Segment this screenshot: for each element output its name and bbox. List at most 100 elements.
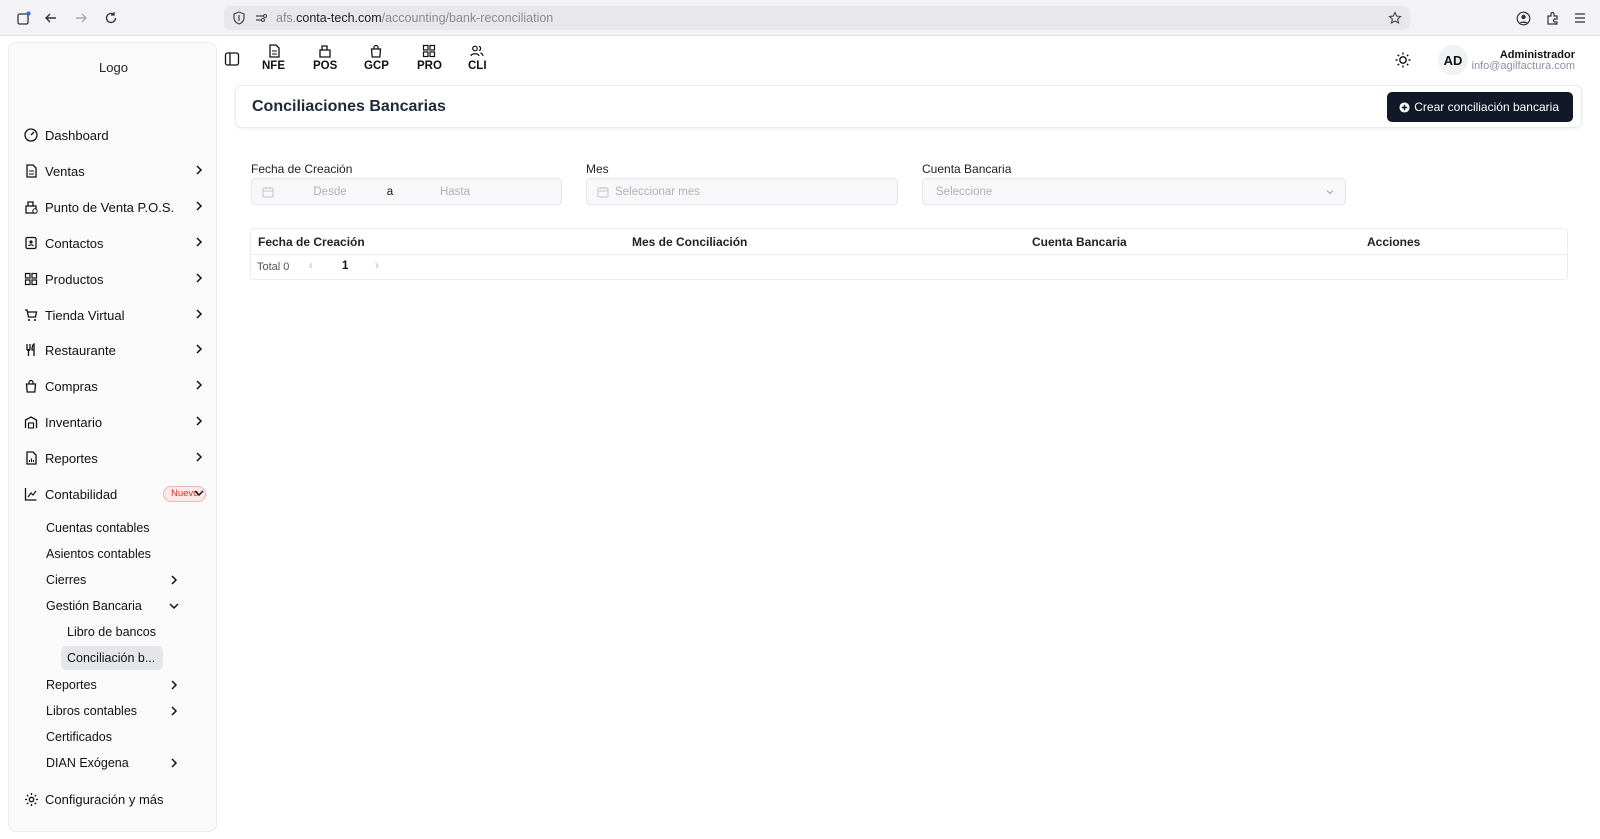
dashboard-icon [23,127,39,143]
month-picker[interactable]: Seleccionar mes [586,178,898,205]
sidebar-item-inventario[interactable]: Inventario [23,408,213,436]
sidebar-item-compras[interactable]: Compras [23,372,213,400]
reload-icon[interactable] [101,8,121,28]
sidebar-item-productos[interactable]: Productos [23,265,213,293]
topnav-pos[interactable]: POS [313,44,337,78]
column-header-mes[interactable]: Mes de Conciliación [632,235,747,249]
topnav-gcp[interactable]: GCP [364,44,389,78]
sidebar: Logo Dashboard Ventas Punto de Venta P.O… [8,42,217,832]
column-header-cuenta[interactable]: Cuenta Bancaria [1032,235,1127,249]
sidebar-subitem-label: Cuentas contables [46,521,150,535]
sidebar-subitem-label: Libros contables [46,704,138,718]
browser-toolbar: afs. conta-tech.com/accounting/bank-recon… [0,0,1600,36]
sidebar-item-contactos[interactable]: Contactos [23,229,213,257]
sidebar-subitem-conciliacion-bancaria[interactable]: Conciliación b... [61,646,163,670]
sidebar-item-restaurante[interactable]: Restaurante [23,336,213,364]
chevron-right-icon [171,706,178,716]
chevron-right-icon [196,344,203,354]
sidebar-item-label: Contactos [45,235,104,251]
sidebar-item-label: Productos [45,271,104,287]
chevron-right-icon [171,758,178,768]
date-from-input[interactable]: Desde [280,186,380,198]
url-path: /accounting/bank-reconciliation [381,11,554,25]
sidebar-subitem-label: Conciliación b... [67,651,156,665]
bookmark-star-icon[interactable] [1388,11,1402,25]
shopping-bag-icon [371,44,382,58]
sidebar-item-ventas[interactable]: Ventas [23,157,213,185]
sidebar-item-reportes[interactable]: Reportes [23,444,213,472]
avatar[interactable]: AD [1438,45,1468,75]
forward-icon[interactable] [71,8,91,28]
sidebar-item-tienda-virtual[interactable]: Tienda Virtual [23,301,213,329]
topnav-nfe[interactable]: NFE [262,44,285,78]
sidebar-subitem-certificados[interactable]: Certificados [46,725,186,749]
sidebar-item-configuracion[interactable]: Configuración y más [23,785,213,813]
date-filter-label: Fecha de Creación [251,162,353,176]
sidebar-item-label: Punto de Venta P.O.S. [45,199,175,215]
topnav-label: POS [313,60,338,72]
sidebar-item-dashboard[interactable]: Dashboard [23,121,213,149]
sidebar-subitem-libro-de-bancos[interactable]: Libro de bancos [61,620,156,644]
sidebar-subitem-dian-exogena[interactable]: DIAN Exógena [46,751,186,775]
sidebar-subitem-label: Libro de bancos [67,625,156,639]
user-email: info@agilfactura.com [1471,60,1576,72]
account-select[interactable]: Seleccione [922,178,1346,205]
site-info-icon[interactable] [254,11,268,25]
date-separator: a [386,185,394,198]
topnav-label: CLI [468,60,487,72]
sidebar-item-label: Reportes [45,450,98,466]
chevron-right-icon [196,380,203,390]
topnav-cli[interactable]: CLI [468,44,487,78]
topnav-label: PRO [417,60,442,72]
pagination-next-icon[interactable]: › [375,260,379,272]
sun-icon[interactable] [1394,51,1412,69]
pagination-prev-icon[interactable]: ‹ [309,260,313,272]
chevron-right-icon [196,165,203,175]
address-bar[interactable]: afs. conta-tech.com/accounting/bank-recon… [224,6,1410,30]
sidebar-subitem-label: Reportes [46,678,97,692]
chart-icon [23,486,39,502]
sidebar-toggle-icon[interactable] [224,51,240,67]
column-header-fecha[interactable]: Fecha de Creación [258,235,365,249]
date-to-input[interactable]: Hasta [400,186,510,198]
pagination-total: Total 0 [257,261,290,273]
create-reconciliation-button[interactable]: Crear conciliación bancaria [1387,92,1573,122]
topnav-label: NFE [262,60,285,72]
url-host: conta-tech.com [296,11,382,25]
pagination-current-page[interactable]: 1 [342,260,348,272]
sidebar-subitem-label: Asientos contables [46,547,151,561]
document-icon [268,44,280,58]
page-title: Conciliaciones Bancarias [252,98,446,115]
sidebar-subitem-libros-contables[interactable]: Libros contables [46,699,186,723]
sidebar-tabs-icon[interactable] [14,8,34,28]
month-input[interactable]: Seleccionar mes [615,186,700,198]
sidebar-subitem-reportes[interactable]: Reportes [46,673,186,697]
date-range-picker[interactable]: Desde a Hasta [251,178,562,205]
column-header-acciones: Acciones [1367,235,1421,249]
chevron-right-icon [196,416,203,426]
sidebar-subitem-cierres[interactable]: Cierres [46,568,186,592]
topnav-pro[interactable]: PRO [417,44,442,78]
sidebar-subitem-asientos-contables[interactable]: Asientos contables [46,542,186,566]
chevron-right-icon [171,575,178,585]
utensils-icon [23,342,39,358]
sidebar-subitem-gestion-bancaria[interactable]: Gestión Bancaria [46,594,186,618]
chevron-down-icon [1326,190,1334,195]
sidebar-subitem-cuentas-contables[interactable]: Cuentas contables [46,516,186,540]
calendar-icon [597,186,609,197]
warehouse-icon [23,414,39,430]
chevron-down-icon [169,603,179,610]
sidebar-item-label: Inventario [45,414,103,430]
back-icon[interactable] [41,8,61,28]
gear-icon [23,791,39,807]
sidebar-item-contabilidad[interactable]: Contabilidad Nuevo [23,480,213,508]
users-icon [470,45,484,57]
url-prefix: afs. [276,11,297,25]
menu-icon[interactable] [1570,8,1590,28]
chevron-right-icon [196,237,203,247]
logo: Logo [99,60,128,75]
sidebar-item-pos[interactable]: Punto de Venta P.O.S. [23,193,213,221]
account-icon[interactable] [1513,8,1533,28]
month-filter-label: Mes [586,162,609,176]
extensions-icon[interactable] [1543,8,1563,28]
